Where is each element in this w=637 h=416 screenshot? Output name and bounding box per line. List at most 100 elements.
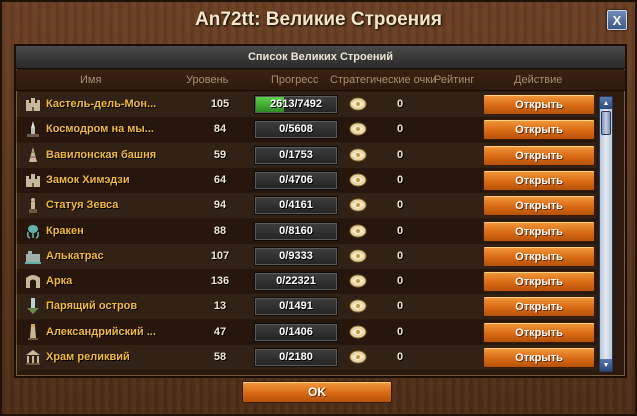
progress-text: 0/5608: [279, 123, 313, 135]
open-button[interactable]: Открыть: [483, 170, 595, 191]
temple-icon: [24, 348, 42, 366]
progress-bar: 0/1491: [254, 297, 338, 316]
building-level: 88: [213, 225, 227, 237]
building-level: 105: [210, 98, 230, 110]
table-row: Замок Химэдзи 64 0/4706 0 Открыть: [16, 168, 596, 193]
building-rating: 0: [396, 98, 404, 110]
column-header-rating: Рейтинг: [434, 74, 475, 86]
arch-icon: [24, 272, 42, 290]
building-level: 47: [213, 326, 227, 338]
column-header-progress: Прогресс: [271, 74, 319, 86]
strategic-points-icon[interactable]: [348, 324, 368, 340]
scroll-down-arrow-icon[interactable]: ▼: [600, 359, 612, 371]
strategic-points-icon[interactable]: [348, 223, 368, 239]
building-name[interactable]: Вавилонская башня: [46, 149, 176, 161]
floating-island-icon: [24, 297, 42, 315]
progress-bar: 0/8160: [254, 222, 338, 241]
spaceport-icon: [24, 120, 42, 138]
tower-icon: [24, 146, 42, 164]
open-button[interactable]: Открыть: [483, 195, 595, 216]
column-header-action: Действие: [514, 74, 563, 86]
castle-icon: [24, 95, 42, 113]
list-scrollbar[interactable]: ▲ ▼: [599, 96, 613, 372]
close-button[interactable]: X: [607, 10, 627, 30]
scroll-thumb[interactable]: [601, 111, 611, 135]
building-name[interactable]: Арка: [46, 275, 176, 287]
buildings-list: Кастель-дель-Мон... 105 2613/7492 0 Открыть К…: [16, 92, 596, 374]
building-name[interactable]: Алькатрас: [46, 250, 176, 262]
kraken-icon: [24, 222, 42, 240]
progress-bar: 0/1406: [254, 323, 338, 342]
strategic-points-icon[interactable]: [348, 147, 368, 163]
building-name[interactable]: Замок Химэдзи: [46, 174, 176, 186]
building-name[interactable]: Храм реликвий: [46, 351, 176, 363]
ok-button[interactable]: OK: [242, 381, 392, 403]
building-name[interactable]: Кракен: [46, 225, 176, 237]
progress-bar: 0/4706: [254, 171, 338, 190]
building-rating: 0: [396, 300, 404, 312]
strategic-points-icon[interactable]: [348, 172, 368, 188]
building-rating: 0: [396, 225, 404, 237]
lighthouse-icon: [24, 323, 42, 341]
strategic-points-icon[interactable]: [348, 96, 368, 112]
open-button[interactable]: Открыть: [483, 322, 595, 343]
building-rating: 0: [396, 351, 404, 363]
progress-text: 0/2180: [279, 351, 313, 363]
open-button[interactable]: Открыть: [483, 119, 595, 140]
building-level: 13: [213, 300, 227, 312]
progress-bar: 0/5608: [254, 120, 338, 139]
progress-bar: 0/9333: [254, 247, 338, 266]
table-row: Храм реликвий 58 0/2180 0 Открыть: [16, 345, 596, 370]
strategic-points-icon[interactable]: [348, 197, 368, 213]
progress-bar: 0/22321: [254, 272, 338, 291]
building-level: 58: [213, 351, 227, 363]
table-row: Кракен 88 0/8160 0 Открыть: [16, 219, 596, 244]
building-name[interactable]: Статуя Зевса: [46, 199, 176, 211]
table-row: Вавилонская башня 59 0/1753 0 Открыть: [16, 143, 596, 168]
progress-text: 0/4161: [279, 199, 313, 211]
castle-icon: [24, 171, 42, 189]
open-button[interactable]: Открыть: [483, 221, 595, 242]
building-name[interactable]: Парящий остров: [46, 300, 176, 312]
building-level: 136: [210, 275, 230, 287]
progress-text: 0/8160: [279, 225, 313, 237]
window-title: An72tt: Великие Строения: [195, 9, 442, 30]
strategic-points-icon[interactable]: [348, 349, 368, 365]
table-row: Арка 136 0/22321 0 Открыть: [16, 269, 596, 294]
building-name[interactable]: Кастель-дель-Мон...: [46, 98, 176, 110]
building-level: 84: [213, 123, 227, 135]
column-header-name: Имя: [80, 74, 102, 86]
open-button[interactable]: Открыть: [483, 271, 595, 292]
open-button[interactable]: Открыть: [483, 94, 595, 115]
column-header-row: Имя Уровень Прогресс Стратегические очки…: [16, 70, 625, 91]
scroll-up-arrow-icon[interactable]: ▲: [600, 97, 612, 109]
strategic-points-icon[interactable]: [348, 248, 368, 264]
strategic-points-icon[interactable]: [348, 121, 368, 137]
building-name[interactable]: Александрийский ...: [46, 326, 176, 338]
building-level: 59: [213, 149, 227, 161]
progress-text: 0/1753: [279, 149, 313, 161]
table-row: Кастель-дель-Мон... 105 2613/7492 0 Открыть: [16, 92, 596, 117]
progress-text: 2613/7492: [270, 98, 322, 110]
strategic-points-icon[interactable]: [348, 273, 368, 289]
building-rating: 0: [396, 199, 404, 211]
open-button[interactable]: Открыть: [483, 145, 595, 166]
table-row: Космодром на мы... 84 0/5608 0 Открыть: [16, 117, 596, 142]
open-button[interactable]: Открыть: [483, 246, 595, 267]
column-header-strategic-points: Стратегические очки: [330, 74, 436, 86]
table-row: Статуя Зевса 94 0/4161 0 Открыть: [16, 193, 596, 218]
building-level: 107: [210, 250, 230, 262]
open-button[interactable]: Открыть: [483, 296, 595, 317]
great-buildings-window: An72tt: Великие Строения X Список Велики…: [0, 0, 637, 416]
open-button[interactable]: Открыть: [483, 347, 595, 368]
progress-bar: 2613/7492: [254, 95, 338, 114]
building-name[interactable]: Космодром на мы...: [46, 123, 176, 135]
building-level: 64: [213, 174, 227, 186]
progress-bar: 0/4161: [254, 196, 338, 215]
table-row: Парящий остров 13 0/1491 0 Открыть: [16, 294, 596, 319]
strategic-points-icon[interactable]: [348, 298, 368, 314]
table-row: Александрийский ... 47 0/1406 0 Открыть: [16, 320, 596, 345]
building-level: 94: [213, 199, 227, 211]
panel-header: Список Великих Строений: [16, 46, 625, 69]
table-row: Алькатрас 107 0/9333 0 Открыть: [16, 244, 596, 269]
